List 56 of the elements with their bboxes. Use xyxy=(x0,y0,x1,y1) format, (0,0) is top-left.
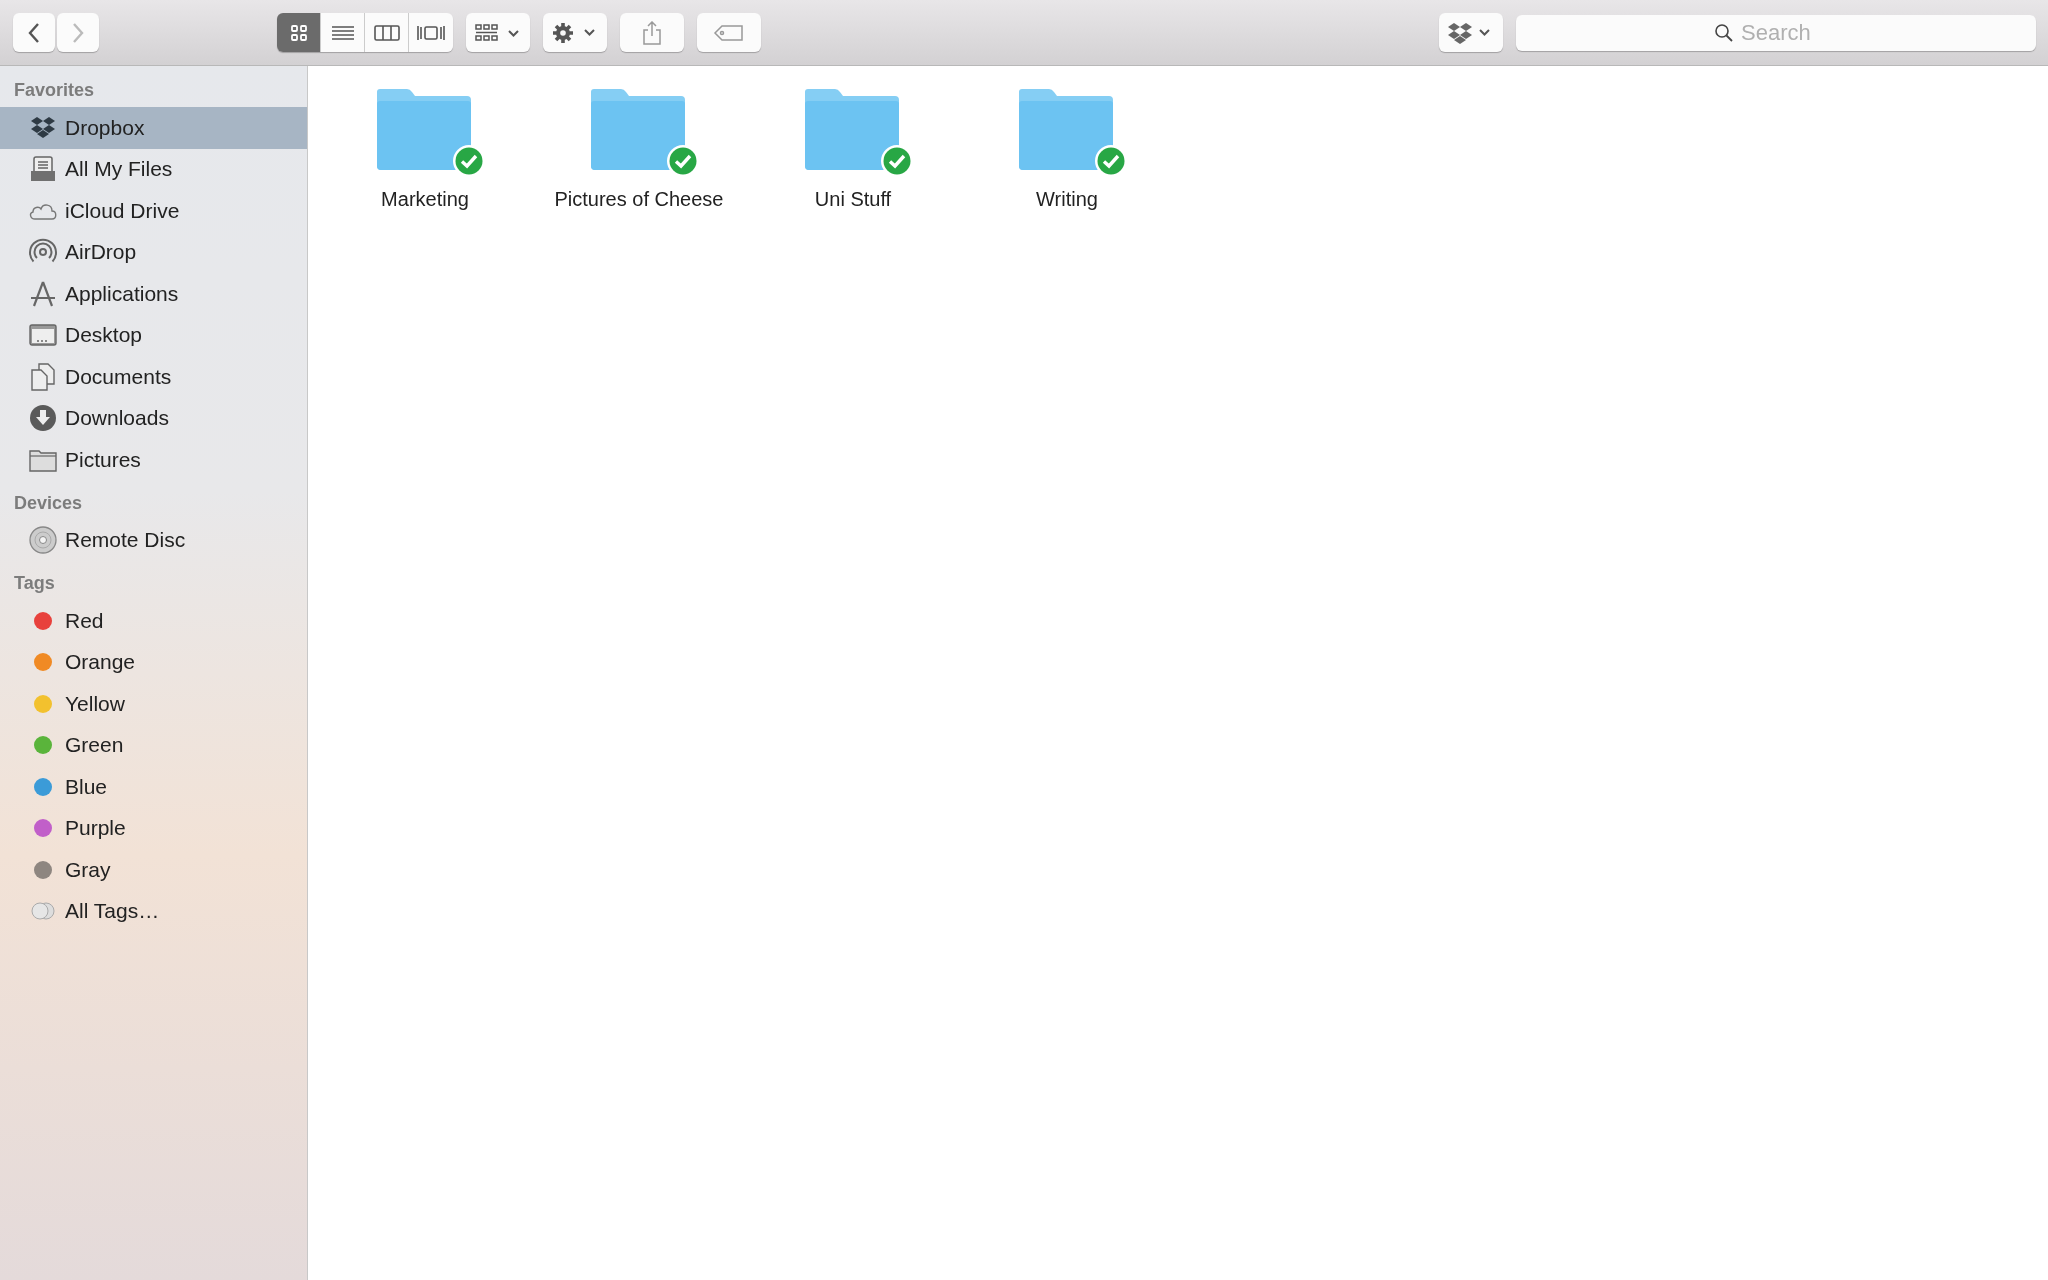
grid-icon xyxy=(289,23,308,42)
gear-menu-icon xyxy=(552,21,598,44)
sidebar-item[interactable]: Blue xyxy=(0,766,307,808)
tag-button[interactable] xyxy=(697,13,761,52)
section-heading: Tags xyxy=(13,572,56,595)
folder-name[interactable]: Writing xyxy=(1036,188,1098,211)
chevron-right-icon xyxy=(71,21,85,44)
dropbox-menu-button[interactable] xyxy=(1439,13,1503,52)
icon-view-button[interactable] xyxy=(277,13,321,52)
cover-flow-button[interactable] xyxy=(409,13,453,52)
cover-flow-icon xyxy=(416,23,446,42)
back-button[interactable] xyxy=(13,13,55,52)
folder-name[interactable]: Marketing xyxy=(381,188,469,211)
file-tray-icon xyxy=(30,156,56,183)
sidebar-item[interactable]: Downloads xyxy=(0,397,307,439)
folder-name[interactable]: Uni Stuff xyxy=(814,188,892,211)
sidebar-item[interactable]: All My Files xyxy=(0,148,307,190)
documents-icon xyxy=(30,362,56,391)
sidebar-item[interactable]: Documents xyxy=(0,356,307,398)
sidebar-item[interactable]: All Tags… xyxy=(0,890,307,932)
sidebar-item[interactable]: Red xyxy=(0,600,307,642)
download-icon xyxy=(29,404,57,433)
folder-icon xyxy=(29,447,57,472)
search-field[interactable]: Search xyxy=(1516,14,2036,51)
arrange-button[interactable] xyxy=(466,13,530,52)
sidebar-item[interactable]: Applications xyxy=(0,273,307,315)
sidebar-item[interactable]: Remote Disc xyxy=(0,519,307,561)
sidebar-item[interactable]: Dropbox xyxy=(0,107,307,149)
sidebar-item[interactable]: Purple xyxy=(0,807,307,849)
sidebar-item[interactable]: Desktop xyxy=(0,314,307,356)
folder-name[interactable]: Pictures of Cheese xyxy=(554,188,724,211)
tag-icon xyxy=(713,23,745,42)
disc-icon xyxy=(29,526,57,555)
share-icon xyxy=(642,20,662,45)
all-tags-icon xyxy=(29,901,57,922)
list-view-button[interactable] xyxy=(321,13,365,52)
sidebar-item[interactable]: Pictures xyxy=(0,439,307,481)
section-heading: Devices xyxy=(13,491,84,515)
list-icon xyxy=(330,23,355,42)
action-button[interactable] xyxy=(543,13,607,52)
grid-menu-icon xyxy=(475,22,521,43)
sidebar-item[interactable]: AirDrop xyxy=(0,231,307,273)
sidebar-item[interactable]: iCloud Drive xyxy=(0,190,307,232)
sidebar-item[interactable]: Yellow xyxy=(0,683,307,725)
chevron-left-icon xyxy=(27,21,41,44)
sidebar-item[interactable]: Green xyxy=(0,724,307,766)
columns-icon xyxy=(373,23,400,42)
sidebar-item[interactable]: Orange xyxy=(0,641,307,683)
section-heading: Favorites xyxy=(13,79,96,102)
column-view-button[interactable] xyxy=(365,13,409,52)
sidebar-item[interactable]: Gray xyxy=(0,849,307,891)
search-icon xyxy=(1714,22,1734,43)
apps-icon xyxy=(29,279,57,308)
dropbox-icon xyxy=(30,115,56,140)
desktop-icon xyxy=(29,323,57,348)
share-button[interactable] xyxy=(620,13,684,52)
